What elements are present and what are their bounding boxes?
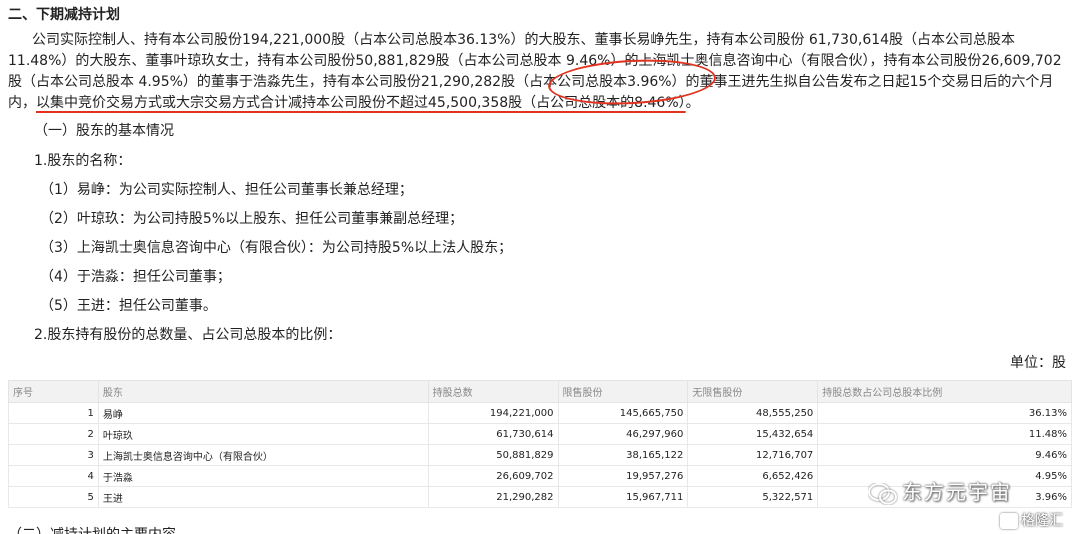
cell-unrestricted-shares: 48,555,250 xyxy=(687,402,819,424)
paragraph-part-5: 。 xyxy=(685,95,700,111)
table-row: 1 易峥 194,221,000 145,665,750 48,555,250 … xyxy=(8,402,1072,424)
shareholder-item-5: （5）王进：担任公司董事。 xyxy=(40,298,217,314)
cell-index: 1 xyxy=(8,402,99,424)
cell-total-shares: 50,881,829 xyxy=(427,444,559,466)
cell-shareholder: 易峥 xyxy=(97,402,429,424)
cell-unrestricted-shares: 15,432,654 xyxy=(687,423,819,445)
header-total-shares: 持股总数 xyxy=(427,380,559,403)
next-subsection-heading: （二）减持计划的主要内容 xyxy=(8,524,176,534)
cell-restricted-shares: 145,665,750 xyxy=(557,402,689,424)
cell-unrestricted-shares: 6,652,426 xyxy=(687,465,819,487)
cell-index: 3 xyxy=(8,444,99,466)
paragraph-part-1: 公司实际控制人、持有本公司股份194,221,000股（占本公司总股本36.13… xyxy=(8,32,1062,90)
shareholder-item-2: （2）叶琼玖：为公司持股5%以上股东、担任公司董事兼副总经理； xyxy=(40,211,464,227)
cell-total-shares: 21,290,282 xyxy=(427,486,559,508)
cell-total-shares: 61,730,614 xyxy=(427,423,559,445)
cell-total-shares: 194,221,000 xyxy=(427,402,559,424)
cell-ratio: 11.48% xyxy=(817,423,1072,445)
cell-unrestricted-shares: 12,716,707 xyxy=(687,444,819,466)
wechat-watermark: 东方元宇宙 xyxy=(868,476,1012,505)
cell-shareholder: 叶琼玖 xyxy=(97,423,429,445)
cell-index: 4 xyxy=(8,465,99,487)
gelonghui-watermark: 格隆汇 xyxy=(1000,510,1063,530)
cell-ratio: 9.46% xyxy=(817,444,1072,466)
wechat-watermark-text: 东方元宇宙 xyxy=(902,480,1012,504)
shareholder-item-4: （4）于浩淼：担任公司董事； xyxy=(40,269,231,285)
shareholder-names-heading: 1.股东的名称： xyxy=(34,153,132,169)
table-row: 2 叶琼玖 61,730,614 46,297,960 15,432,654 1… xyxy=(8,423,1072,445)
shareholder-item-1: （1）易峥：为公司实际控制人、担任公司董事长兼总经理； xyxy=(40,182,413,198)
gelonghui-watermark-text: 格隆汇 xyxy=(1021,513,1063,529)
holding-ratio-heading: 2.股东持有股份的总数量、占公司总股本的比例： xyxy=(34,327,342,343)
shareholder-item-3: （3）上海凯士奥信息咨询中心（有限合伙）：为公司持股5%以上法人股东； xyxy=(40,240,513,256)
header-restricted-shares: 限售股份 xyxy=(557,380,689,403)
wechat-icon xyxy=(868,482,898,505)
cell-total-shares: 26,609,702 xyxy=(427,465,559,487)
cell-index: 5 xyxy=(8,486,99,508)
cell-restricted-shares: 15,967,711 xyxy=(557,486,689,508)
cell-shareholder: 上海凯士奥信息咨询中心（有限合伙） xyxy=(97,444,429,466)
cell-ratio: 36.13% xyxy=(817,402,1072,424)
section-title: 二、下期减持计划 xyxy=(8,7,120,23)
gelonghui-logo-icon xyxy=(1000,513,1018,529)
paragraph-part-3: ， xyxy=(22,95,36,111)
table-row: 3 上海凯士奥信息咨询中心（有限合伙） 50,881,829 38,165,12… xyxy=(8,444,1072,466)
header-unrestricted-shares: 无限售股份 xyxy=(687,380,819,403)
cell-unrestricted-shares: 5,322,571 xyxy=(687,486,819,508)
reduction-plan-paragraph: 公司实际控制人、持有本公司股份194,221,000股（占本公司总股本36.13… xyxy=(8,30,1074,114)
cell-shareholder: 于浩淼 xyxy=(97,465,429,487)
header-index: 序号 xyxy=(8,380,99,403)
unit-label: 单位：股 xyxy=(1010,355,1066,371)
table-header-row: 序号 股东 持股总数 限售股份 无限售股份 持股总数占公司总股本比例 xyxy=(8,380,1072,403)
cell-restricted-shares: 19,957,276 xyxy=(557,465,689,487)
cell-restricted-shares: 38,165,122 xyxy=(557,444,689,466)
header-shareholder: 股东 xyxy=(97,380,429,403)
header-ratio: 持股总数占公司总股本比例 xyxy=(817,380,1072,403)
cell-restricted-shares: 46,297,960 xyxy=(557,423,689,445)
cell-index: 2 xyxy=(8,423,99,445)
basic-info-heading: （一）股东的基本情况 xyxy=(34,123,174,139)
cell-shareholder: 王进 xyxy=(97,486,429,508)
